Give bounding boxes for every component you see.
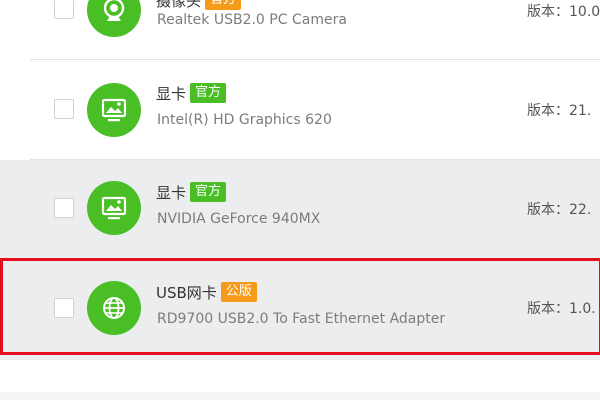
driver-version: 版本：10.0 xyxy=(527,4,600,20)
device-name: Realtek USB2.0 PC Camera xyxy=(157,12,347,28)
camera-icon xyxy=(87,0,141,37)
driver-row-camera[interactable]: 摄像头 官方 Realtek USB2.0 PC Camera 版本：10.0 xyxy=(0,0,600,60)
list-footer xyxy=(0,392,600,400)
driver-version: 版本：22. xyxy=(527,202,592,218)
device-name: NVIDIA GeForce 940MX xyxy=(157,211,321,227)
driver-row-nvidia-graphics[interactable]: 显卡 官方 NVIDIA GeForce 940MX 版本：22. xyxy=(0,160,600,260)
driver-name: 显卡 xyxy=(156,183,187,202)
source-tag: 官方 xyxy=(205,0,242,10)
display-icon xyxy=(87,181,141,235)
device-name: Intel(R) HD Graphics 620 xyxy=(157,112,332,128)
driver-version: 版本：21. xyxy=(527,103,592,119)
driver-name: 显卡 xyxy=(156,84,187,103)
driver-checkbox[interactable] xyxy=(54,99,74,119)
source-tag: 官方 xyxy=(190,83,227,103)
source-tag: 官方 xyxy=(190,182,227,202)
selection-highlight xyxy=(0,258,600,355)
driver-name: 摄像头 xyxy=(156,0,202,10)
display-icon xyxy=(87,83,141,137)
driver-checkbox[interactable] xyxy=(54,0,74,19)
driver-row-intel-graphics[interactable]: 显卡 官方 Intel(R) HD Graphics 620 版本：21. xyxy=(0,60,600,160)
driver-checkbox[interactable] xyxy=(54,198,74,218)
